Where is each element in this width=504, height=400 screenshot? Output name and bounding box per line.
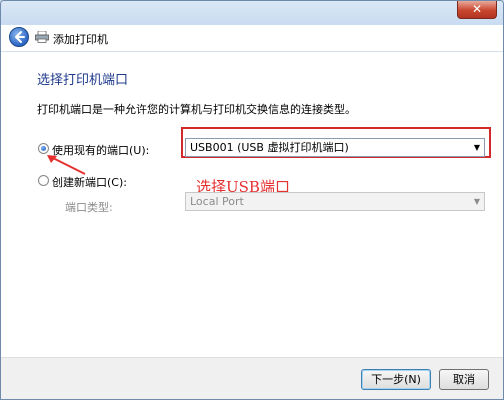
create-new-port-radio[interactable]	[38, 175, 49, 186]
chevron-down-icon: ▼	[473, 197, 480, 206]
cancel-button[interactable]: 取消	[439, 369, 489, 390]
back-arrow-icon	[15, 31, 25, 43]
back-button[interactable]	[9, 27, 29, 47]
page-heading: 选择打印机端口	[37, 73, 129, 88]
port-type-select[interactable]: Local Port ▼	[185, 192, 485, 211]
chevron-down-icon: ▼	[473, 143, 480, 152]
annotation-arrow-icon	[47, 155, 86, 175]
wizard-footer: 下一步(N) 取消	[1, 357, 503, 399]
add-printer-window: ✕ 添加打印机 选择打印机端口 打印机端口是一种允许您的计算机与打印机交换信息的…	[0, 0, 504, 400]
create-new-port-label[interactable]: 创建新端口(C):	[52, 174, 127, 190]
printer-icon	[35, 31, 49, 43]
existing-port-select[interactable]: USB001 (USB 虚拟打印机端口) ▼	[185, 138, 485, 157]
wizard-content: 选择打印机端口 打印机端口是一种允许您的计算机与打印机交换信息的连接类型。 使用…	[1, 52, 503, 357]
port-type-value: Local Port	[190, 195, 244, 208]
wizard-header: 添加打印机	[1, 25, 503, 52]
wizard-title: 添加打印机	[53, 33, 108, 46]
next-button[interactable]: 下一步(N)	[361, 369, 431, 390]
close-button[interactable]: ✕	[457, 1, 497, 19]
existing-port-value: USB001 (USB 虚拟打印机端口)	[190, 141, 349, 154]
page-description: 打印机端口是一种允许您的计算机与打印机交换信息的连接类型。	[37, 103, 356, 116]
port-type-label: 端口类型:	[65, 201, 113, 214]
